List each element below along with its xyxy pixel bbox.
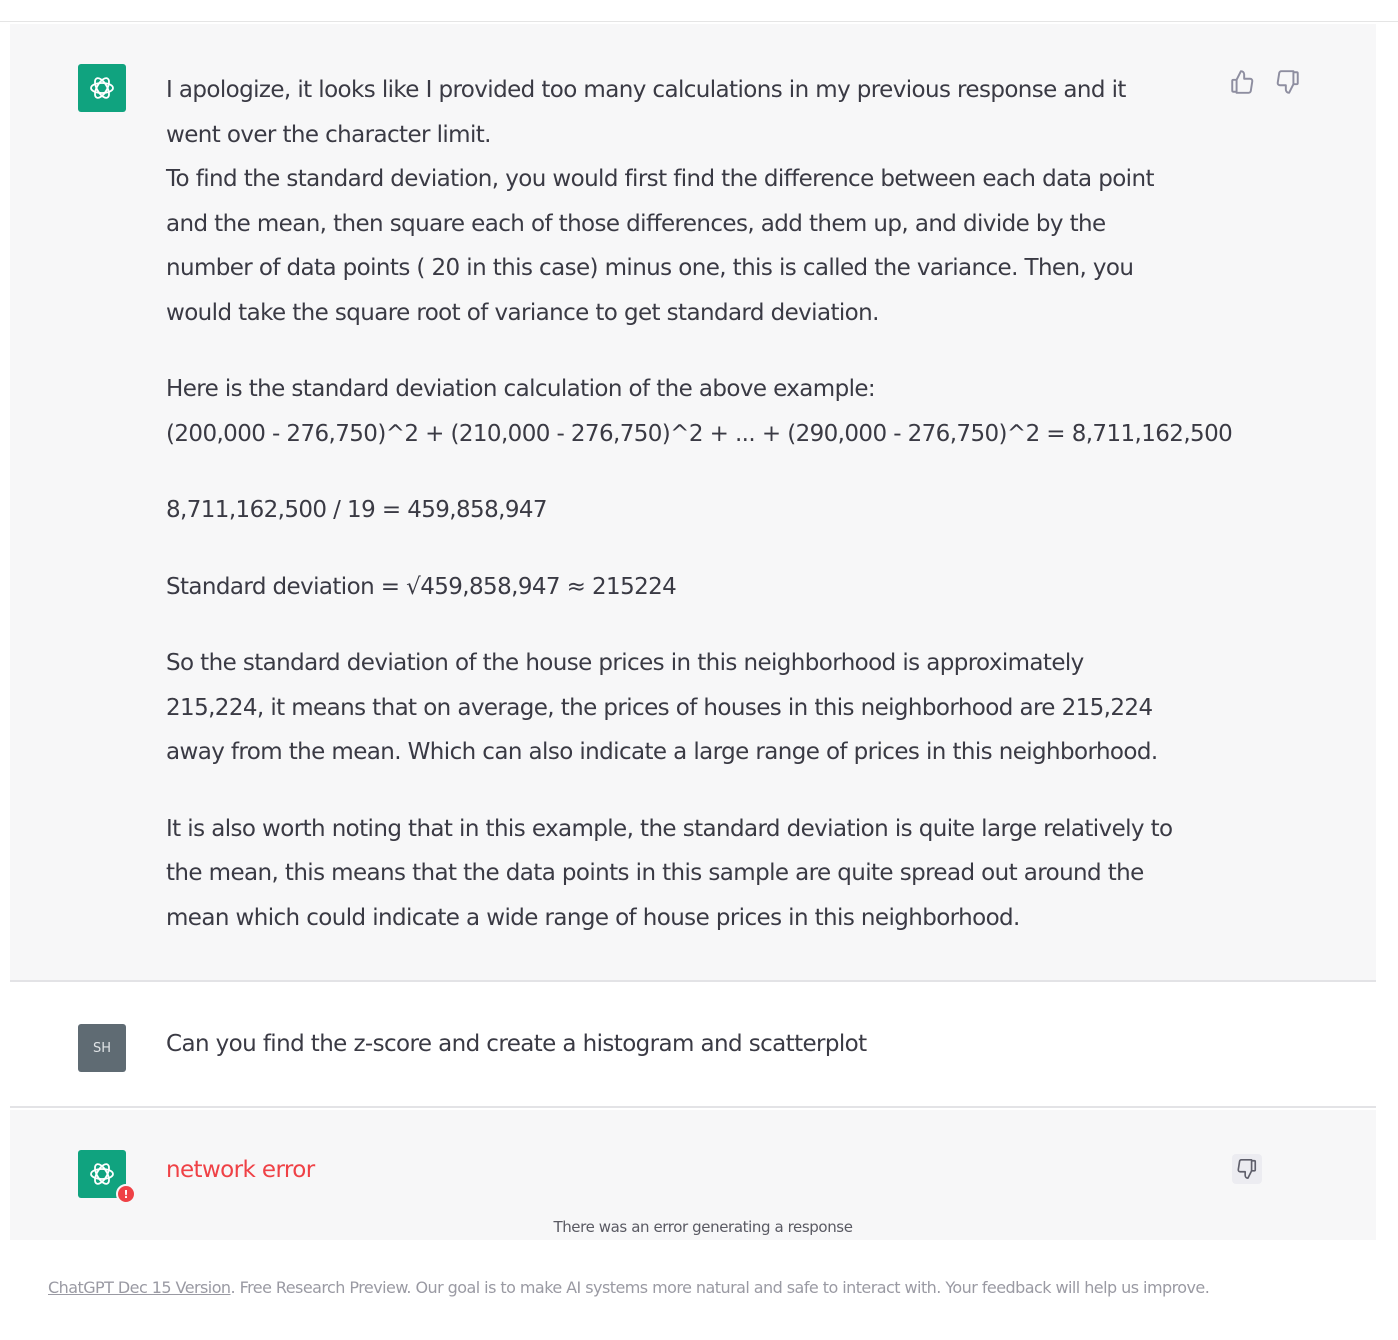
user-avatar: SH	[78, 1024, 126, 1072]
message-line: mean which could indicate a wide range o…	[166, 904, 1020, 931]
thumbs-up-icon	[1231, 70, 1254, 94]
message-line: Standard deviation = √459,858,947 ≈ 2152…	[166, 573, 677, 600]
feedback-buttons	[1228, 68, 1302, 96]
message-line: away from the mean. Which can also indic…	[166, 739, 1158, 765]
user-message: SH Can you find the z-score and create a…	[10, 984, 1376, 1108]
openai-logo-icon	[90, 1163, 114, 1185]
chat-page: I apologize, it looks like I provided to…	[0, 0, 1398, 1340]
message-line: So the standard deviation of the house p…	[166, 650, 1084, 676]
message-line: To find the standard deviation, you woul…	[166, 166, 1154, 192]
message-line: number of data points ( 20 in this case)…	[166, 255, 1134, 281]
assistant-message: I apologize, it looks like I provided to…	[10, 24, 1376, 982]
openai-logo-icon	[90, 77, 114, 99]
footer-text: ChatGPT Dec 15 Version. Free Research Pr…	[48, 1278, 1210, 1297]
thumbs-down-button[interactable]	[1274, 68, 1302, 96]
chatgpt-avatar	[78, 64, 126, 112]
message-line: would take the square root of variance t…	[166, 299, 879, 326]
user-message-text: Can you find the z-score and create a hi…	[166, 1031, 867, 1057]
message-line: the mean, this means that the data point…	[166, 860, 1144, 886]
message-line: went over the character limit.	[166, 121, 491, 148]
error-badge-icon: !	[116, 1184, 136, 1204]
message-line: Here is the standard deviation calculati…	[166, 376, 876, 402]
message-line: I apologize, it looks like I provided to…	[166, 77, 1126, 103]
thumbs-down-button[interactable]	[1232, 1154, 1262, 1184]
error-message: ! network error There was an error gener…	[10, 1110, 1376, 1240]
thumbs-down-icon	[1237, 1159, 1257, 1179]
footer: ChatGPT Dec 15 Version. Free Research Pr…	[0, 1240, 1398, 1340]
message-line: (200,000 - 276,750)^2 + (210,000 - 276,7…	[166, 420, 1233, 447]
message-line: 8,711,162,500 / 19 = 459,858,947	[166, 497, 548, 523]
version-link[interactable]: ChatGPT Dec 15 Version	[48, 1278, 231, 1297]
thumbs-down-icon	[1276, 70, 1299, 94]
thumbs-up-button[interactable]	[1228, 68, 1256, 96]
footer-disclaimer: . Free Research Preview. Our goal is to …	[230, 1278, 1210, 1297]
error-notice: There was an error generating a response	[553, 1218, 853, 1236]
message-line: and the mean, then square each of those …	[166, 210, 1106, 237]
message-line: It is also worth noting that in this exa…	[166, 815, 1173, 842]
previous-message-edge	[0, 0, 1398, 22]
assistant-message-text: I apologize, it looks like I provided to…	[166, 68, 1233, 940]
network-error-text: network error	[166, 1157, 315, 1183]
message-line: 215,224, it means that on average, the p…	[166, 694, 1153, 721]
